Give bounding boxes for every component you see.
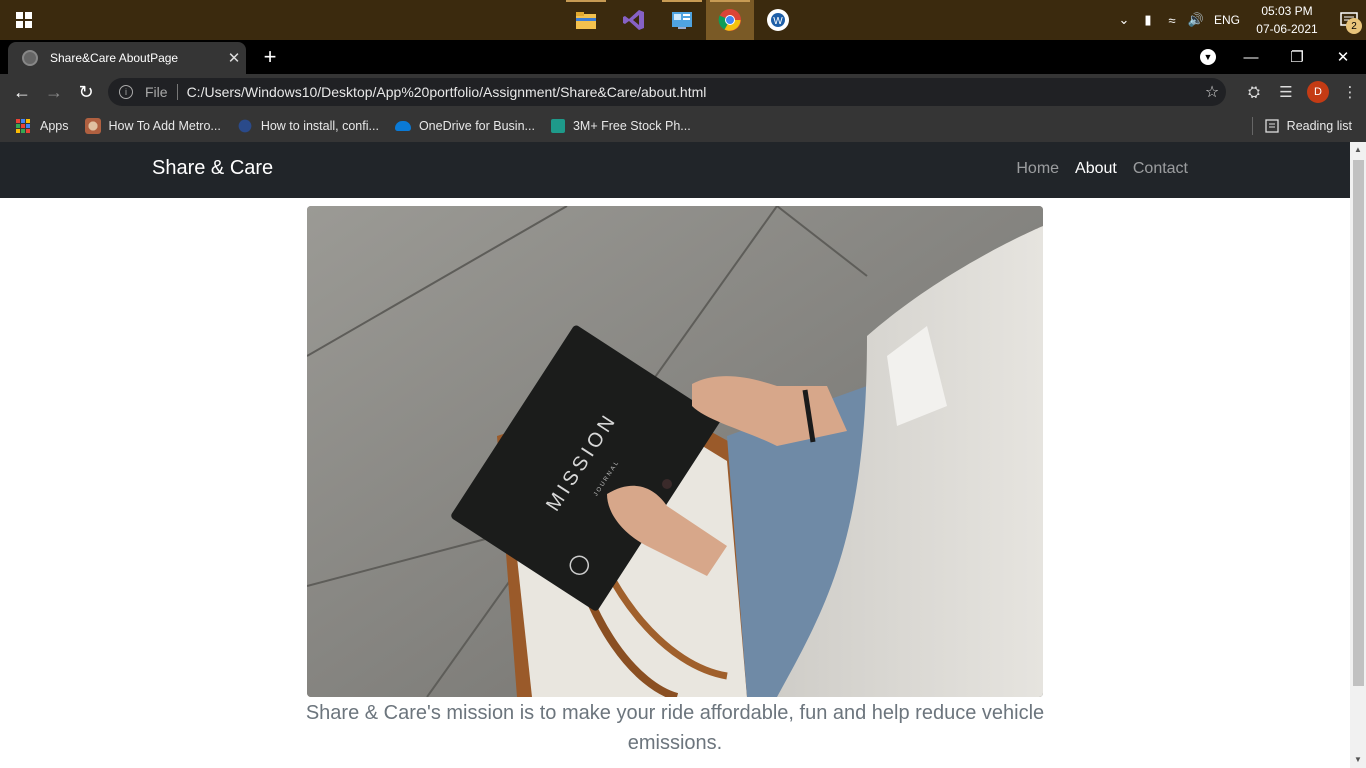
info-icon[interactable]: i	[119, 85, 133, 99]
onedrive-icon	[394, 121, 411, 131]
visual-studio-icon	[623, 10, 644, 30]
nav-link-home[interactable]: Home	[1016, 160, 1059, 178]
bookmark-favicon-icon	[550, 119, 565, 133]
bookmark-star-icon[interactable]: ☆	[1198, 82, 1226, 102]
restore-button[interactable]: ❐	[1274, 48, 1320, 66]
reload-button[interactable]: ↻	[70, 76, 102, 108]
bookmark-metro[interactable]: How To Add Metro...	[79, 112, 227, 140]
browser-tab[interactable]: Share&Care AboutPage ✕	[8, 42, 246, 74]
mission-journal-photo: MISSION JOURNAL	[307, 206, 1043, 697]
windows-start-button[interactable]	[0, 0, 48, 40]
taskbar-app[interactable]: W	[754, 0, 802, 40]
svg-text:W: W	[773, 16, 783, 27]
clock-date: 07-06-2021	[1256, 22, 1318, 36]
browser-toolbar: ← → ↻ i File C:/Users/Windows10/Desktop/…	[0, 74, 1366, 110]
bookmark-label: Apps	[40, 119, 69, 133]
apps-grid-icon	[16, 119, 30, 133]
page-scrollbar[interactable]: ▲ ▼	[1350, 142, 1366, 768]
wifi-icon[interactable]: ≈	[1160, 13, 1184, 28]
taskbar-chrome[interactable]	[706, 0, 754, 40]
language-indicator[interactable]: ENG	[1214, 13, 1240, 27]
scroll-up-icon[interactable]: ▲	[1350, 142, 1366, 158]
bookmarks-divider	[1251, 117, 1253, 135]
browser-tabstrip: Share&Care AboutPage ✕ + ▼ — ❐ ✕	[0, 40, 1366, 74]
extensions-icon[interactable]: ⛭	[1238, 84, 1270, 101]
close-window-button[interactable]: ✕	[1320, 48, 1366, 66]
battery-icon[interactable]: ▮	[1136, 12, 1160, 28]
site-brand[interactable]: Share & Care	[152, 157, 273, 180]
reading-list-label: Reading list	[1286, 119, 1352, 133]
action-center-button[interactable]: 2	[1332, 0, 1366, 40]
notification-badge: 2	[1346, 18, 1362, 34]
volume-icon[interactable]: 🔊	[1184, 12, 1208, 28]
bookmark-label: OneDrive for Busin...	[418, 119, 535, 133]
media-controls-icon[interactable]: ☰	[1270, 83, 1302, 101]
url-text[interactable]: C:/Users/Windows10/Desktop/App%20portfol…	[187, 84, 1198, 100]
forward-button[interactable]: →	[38, 76, 70, 108]
scrollbar-thumb[interactable]	[1353, 160, 1364, 686]
menu-kebab-icon[interactable]: ⋮	[1334, 83, 1366, 101]
tab-title: Share&Care AboutPage	[50, 51, 179, 65]
system-tray: ⌄ ▮ ≈ 🔊 ENG 05:03 PM 07-06-2021 2	[1112, 0, 1366, 40]
folder-icon	[576, 12, 596, 29]
bookmark-label: 3M+ Free Stock Ph...	[572, 119, 691, 133]
url-scheme: File	[145, 84, 168, 100]
mission-statement: Share & Care's mission is to make your r…	[305, 702, 1045, 754]
windows-taskbar: W ⌄ ▮ ≈ 🔊 ENG 05:03 PM 07-06-2021 2	[0, 0, 1366, 40]
clock[interactable]: 05:03 PM 07-06-2021	[1252, 2, 1322, 38]
chevron-up-icon[interactable]: ⌄	[1112, 12, 1136, 28]
bookmark-label: How To Add Metro...	[108, 119, 221, 133]
bookmark-favicon-icon	[238, 119, 252, 133]
clock-time: 05:03 PM	[1261, 4, 1313, 18]
windows-logo-icon	[16, 12, 32, 28]
bookmark-stock-photos[interactable]: 3M+ Free Stock Ph...	[545, 112, 697, 140]
taskbar-visual-studio[interactable]	[610, 0, 658, 40]
address-bar[interactable]: i File C:/Users/Windows10/Desktop/App%20…	[108, 78, 1226, 106]
reading-list-icon	[1265, 119, 1279, 133]
reading-list-button[interactable]: Reading list	[1251, 110, 1352, 142]
chevron-down-icon: ▼	[1200, 49, 1216, 65]
bookmark-install[interactable]: How to install, confi...	[231, 112, 385, 140]
taskbar-control-panel[interactable]	[658, 0, 706, 40]
app-icon: W	[767, 9, 789, 31]
globe-icon	[22, 50, 38, 66]
omnibox-separator	[176, 84, 178, 100]
taskbar-file-explorer[interactable]	[562, 0, 610, 40]
taskbar-apps: W	[562, 0, 802, 40]
bookmark-favicon-icon	[84, 118, 101, 134]
bookmark-onedrive[interactable]: OneDrive for Busin...	[389, 112, 541, 140]
hero-image: MISSION JOURNAL	[307, 206, 1043, 697]
back-button[interactable]: ←	[6, 76, 38, 108]
bookmark-apps[interactable]: Apps	[10, 112, 75, 140]
web-page: Share & Care Home About Contact MISSION …	[0, 142, 1350, 768]
chrome-icon	[718, 9, 741, 31]
bookmarks-bar: Apps How To Add Metro... How to install,…	[0, 110, 1366, 142]
window-controls: ▼ — ❐ ✕	[1188, 40, 1366, 74]
nav-link-about[interactable]: About	[1075, 160, 1117, 178]
site-nav-links: Home About Contact	[1000, 160, 1188, 178]
scroll-down-icon[interactable]: ▼	[1350, 752, 1366, 768]
new-tab-button[interactable]: +	[256, 46, 284, 70]
tab-search-button[interactable]: ▼	[1188, 49, 1228, 65]
profile-avatar[interactable]: D	[1307, 81, 1329, 103]
minimize-button[interactable]: —	[1228, 49, 1274, 66]
bookmark-label: How to install, confi...	[260, 119, 379, 133]
nav-link-contact[interactable]: Contact	[1133, 160, 1188, 178]
site-navbar: Share & Care Home About Contact	[0, 142, 1350, 198]
toolbar-actions: ⛭ ☰ D ⋮	[1238, 76, 1366, 108]
close-tab-icon[interactable]: ✕	[222, 49, 246, 67]
control-panel-icon	[672, 12, 692, 29]
